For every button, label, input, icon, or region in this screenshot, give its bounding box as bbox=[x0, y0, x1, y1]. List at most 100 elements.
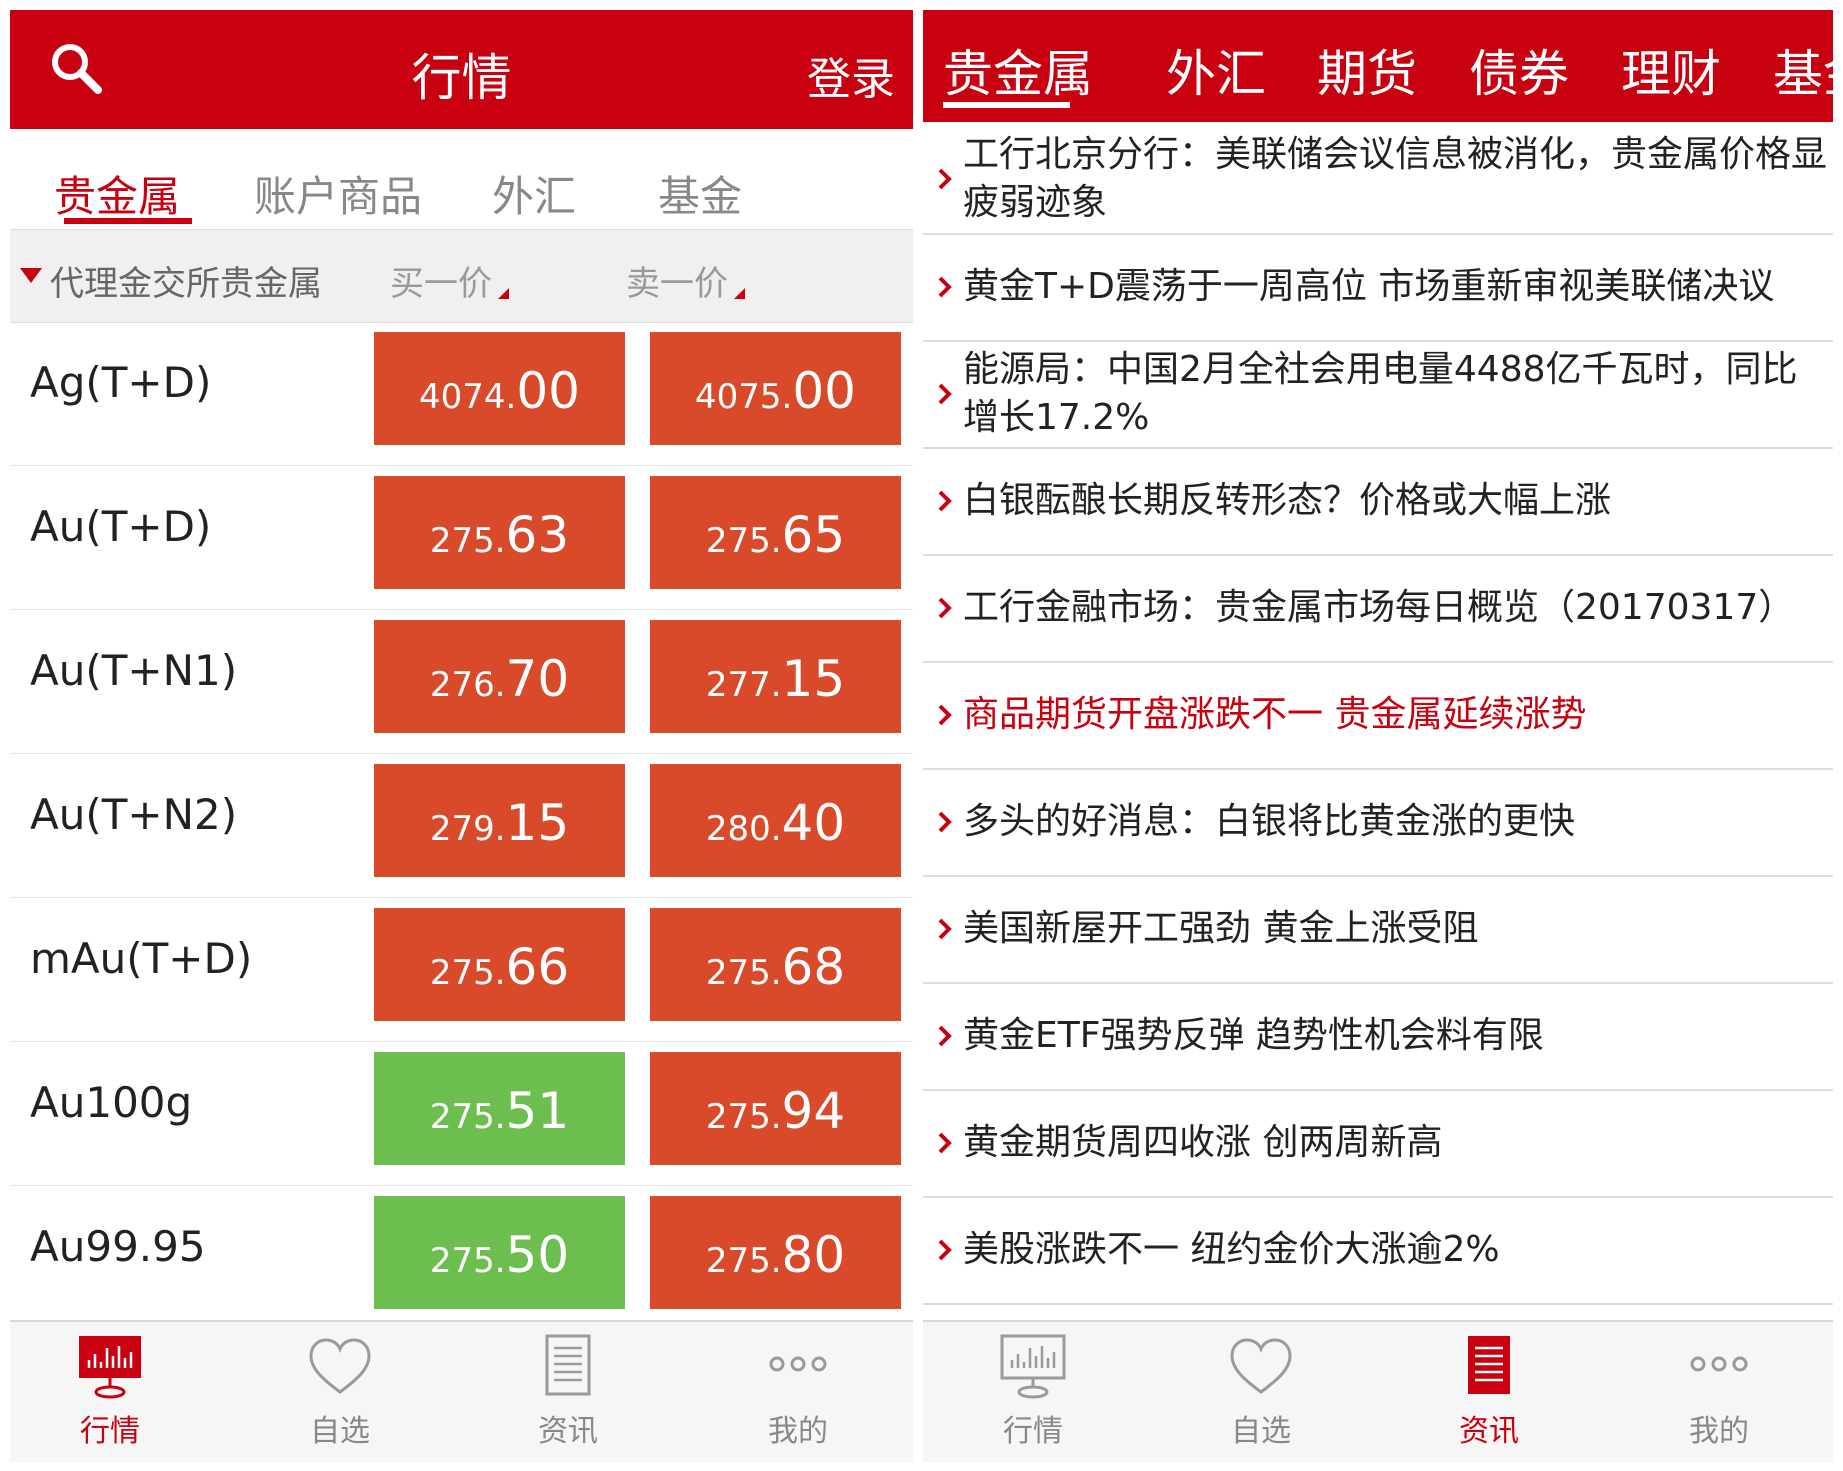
list-item[interactable]: 商品期货开盘涨跌不一 贵金属延续涨势 bbox=[923, 663, 1833, 770]
ask-price[interactable]: 275.68 bbox=[650, 908, 901, 1021]
collapse-triangle-icon[interactable] bbox=[20, 268, 42, 283]
nav-market[interactable]: 行情 bbox=[10, 1334, 210, 1450]
list-item[interactable]: 黄金期货周四收涨 创两周新高 bbox=[923, 1091, 1833, 1198]
price-integer: 279. bbox=[429, 809, 506, 849]
list-item[interactable]: 黄金T+D震荡于一周高位 市场重新审视美联储决议 bbox=[923, 235, 1833, 342]
table-row[interactable]: Ag(T+D) 4074.00 4075.00 bbox=[10, 322, 913, 466]
price-decimal: 65 bbox=[781, 506, 846, 564]
chevron-right-icon bbox=[938, 597, 952, 619]
price-decimal: 63 bbox=[505, 506, 570, 564]
nav-me[interactable]: 我的 bbox=[1619, 1334, 1819, 1450]
bid-price[interactable]: 275.50 bbox=[374, 1196, 625, 1309]
tab-forex[interactable]: 外汇 bbox=[1166, 34, 1266, 106]
chevron-right-icon bbox=[938, 1132, 952, 1154]
news-title: 能源局：中国2月全社会用电量4488亿千瓦时，同比增长17.2% bbox=[963, 349, 1798, 438]
bid-price[interactable]: 4074.00 bbox=[374, 332, 625, 445]
bid-price[interactable]: 279.15 bbox=[374, 764, 625, 877]
price-integer: 275. bbox=[705, 953, 782, 993]
nav-market[interactable]: 行情 bbox=[933, 1334, 1133, 1450]
instrument-name: Au99.95 bbox=[30, 1222, 206, 1271]
news-title: 白银酝酿长期反转形态？价格或大幅上涨 bbox=[963, 480, 1612, 521]
ask-price[interactable]: 275.65 bbox=[650, 476, 901, 589]
tab-funds[interactable]: 基金 bbox=[1773, 34, 1833, 106]
table-row[interactable]: Au(T+N1) 276.70 277.15 bbox=[10, 610, 913, 754]
login-button[interactable]: 登录 bbox=[807, 43, 895, 107]
nav-me[interactable]: 我的 bbox=[698, 1334, 898, 1450]
ask-price[interactable]: 4075.00 bbox=[650, 332, 901, 445]
news-title: 美国新屋开工强劲 黄金上涨受阻 bbox=[963, 908, 1479, 949]
price-integer: 275. bbox=[429, 953, 506, 993]
tab-forex[interactable]: 外汇 bbox=[492, 163, 576, 224]
heart-icon bbox=[309, 1338, 371, 1394]
chevron-right-icon bbox=[938, 168, 952, 190]
nav-news[interactable]: 资讯 bbox=[468, 1334, 668, 1450]
price-decimal: 68 bbox=[781, 938, 846, 996]
news-title: 工行金融市场：贵金属市场每日概览（20170317） bbox=[963, 587, 1795, 628]
list-item[interactable]: 工行金融市场：贵金属市场每日概览（20170317） bbox=[923, 556, 1833, 663]
ask-price[interactable]: 280.40 bbox=[650, 764, 901, 877]
heart-icon bbox=[1230, 1338, 1292, 1394]
price-decimal: 51 bbox=[505, 1082, 570, 1140]
category-tabs: 贵金属 账户商品 外汇 基金 bbox=[10, 129, 913, 230]
tab-funds[interactable]: 基金 bbox=[658, 163, 742, 224]
price-integer: 275. bbox=[429, 1241, 506, 1281]
document-icon bbox=[1468, 1336, 1510, 1394]
tab-futures[interactable]: 期货 bbox=[1317, 34, 1417, 106]
top-bar: 行情 登录 bbox=[10, 10, 913, 129]
list-group-label[interactable]: 代理金交所贵金属 bbox=[50, 256, 322, 305]
page-title: 行情 bbox=[411, 49, 512, 107]
news-title: 黄金ETF强势反弹 趋势性机会料有限 bbox=[963, 1015, 1544, 1056]
list-item[interactable]: 多头的好消息：白银将比黄金涨的更快 bbox=[923, 770, 1833, 877]
bid-price[interactable]: 275.51 bbox=[374, 1052, 625, 1165]
market-chart-icon bbox=[79, 1336, 141, 1399]
tab-wealth[interactable]: 理财 bbox=[1621, 34, 1721, 106]
table-row[interactable]: mAu(T+D) 275.66 275.68 bbox=[10, 898, 913, 1042]
chevron-right-icon bbox=[938, 490, 952, 512]
bid-price[interactable]: 276.70 bbox=[374, 620, 625, 733]
list-item[interactable]: 白银酝酿长期反转形态？价格或大幅上涨 bbox=[923, 449, 1833, 556]
list-item[interactable]: 美股涨跌不一 纽约金价大涨逾2% bbox=[923, 1198, 1833, 1305]
ask-price-header[interactable]: 卖一价 bbox=[626, 256, 728, 305]
bid-price-header[interactable]: 买一价 bbox=[390, 256, 492, 305]
table-row[interactable]: Au(T+D) 275.63 275.65 bbox=[10, 466, 913, 610]
ask-price[interactable]: 275.80 bbox=[650, 1196, 901, 1309]
tab-precious-metals[interactable]: 贵金属 bbox=[943, 34, 1093, 106]
nav-label: 我的 bbox=[768, 1414, 828, 1449]
list-item[interactable]: 工行北京分行：美联储会议信息被消化，贵金属价格显疲弱迹象 bbox=[923, 125, 1833, 235]
price-integer: 275. bbox=[705, 521, 782, 561]
sort-icon[interactable] bbox=[734, 288, 745, 299]
nav-favorites[interactable]: 自选 bbox=[240, 1334, 440, 1450]
price-list: Ag(T+D) 4074.00 4075.00 Au(T+D) 275.63 2… bbox=[10, 322, 913, 1330]
price-integer: 275. bbox=[705, 1241, 782, 1281]
ask-price[interactable]: 275.94 bbox=[650, 1052, 901, 1165]
news-title: 商品期货开盘涨跌不一 贵金属延续涨势 bbox=[963, 694, 1587, 735]
market-chart-icon bbox=[1000, 1334, 1066, 1399]
bid-price[interactable]: 275.66 bbox=[374, 908, 625, 1021]
price-integer: 276. bbox=[429, 665, 506, 705]
price-integer: 275. bbox=[429, 1097, 506, 1137]
instrument-name: mAu(T+D) bbox=[30, 934, 253, 983]
ask-price[interactable]: 277.15 bbox=[650, 620, 901, 733]
chevron-right-icon bbox=[938, 1025, 952, 1047]
table-row[interactable]: Au100g 275.51 275.94 bbox=[10, 1042, 913, 1186]
tab-precious-metals[interactable]: 贵金属 bbox=[54, 163, 180, 224]
instrument-name: Au100g bbox=[30, 1078, 193, 1127]
table-row[interactable]: Au99.95 275.50 275.80 bbox=[10, 1186, 913, 1330]
bid-price[interactable]: 275.63 bbox=[374, 476, 625, 589]
list-item[interactable]: 黄金ETF强势反弹 趋势性机会料有限 bbox=[923, 984, 1833, 1091]
sort-icon[interactable] bbox=[498, 288, 509, 299]
nav-news[interactable]: 资讯 bbox=[1389, 1334, 1589, 1450]
list-item[interactable]: 美国新屋开工强劲 黄金上涨受阻 bbox=[923, 877, 1833, 984]
nav-favorites[interactable]: 自选 bbox=[1161, 1334, 1361, 1450]
list-item[interactable]: 能源局：中国2月全社会用电量4488亿千瓦时，同比增长17.2% bbox=[923, 342, 1833, 449]
more-dots-icon bbox=[769, 1356, 827, 1372]
price-integer: 280. bbox=[705, 809, 782, 849]
nav-label: 资讯 bbox=[1459, 1414, 1519, 1449]
bottom-nav: 行情 自选 资讯 我的 bbox=[923, 1320, 1833, 1462]
tab-account-commodities[interactable]: 账户商品 bbox=[254, 163, 422, 224]
tab-bonds[interactable]: 债券 bbox=[1469, 34, 1569, 106]
chevron-right-icon bbox=[938, 1239, 952, 1261]
price-integer: 275. bbox=[705, 1097, 782, 1137]
chevron-right-icon bbox=[938, 918, 952, 940]
table-row[interactable]: Au(T+N2) 279.15 280.40 bbox=[10, 754, 913, 898]
